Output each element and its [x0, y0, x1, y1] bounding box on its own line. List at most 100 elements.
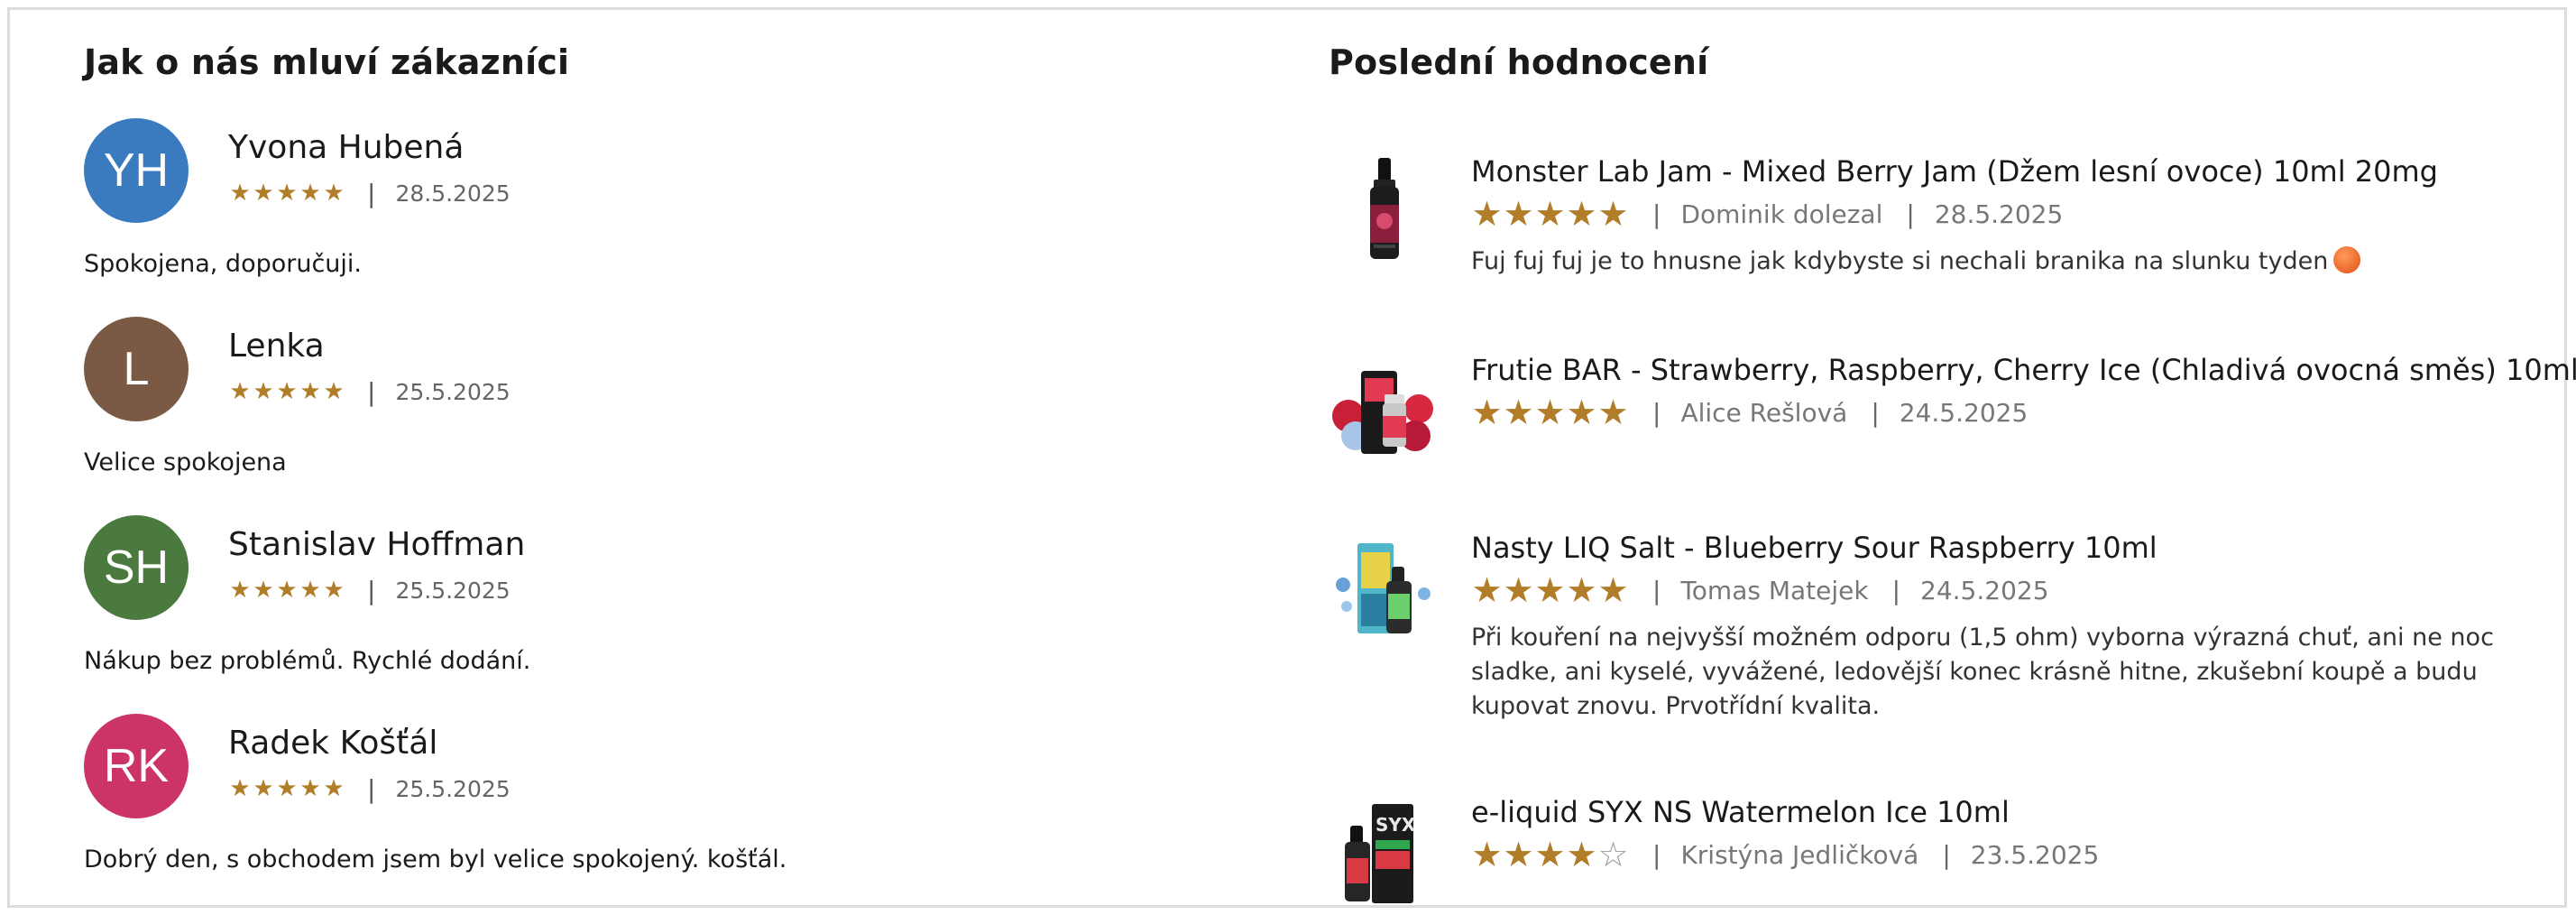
divider: |: [1652, 397, 1661, 428]
rating-author: Kristýna Jedličková: [1680, 839, 1919, 870]
star-icon: ★: [229, 577, 251, 604]
review-meta: ★ ★ ★ ★ ★ | 25.5.2025: [228, 773, 511, 804]
star-icon: ★: [323, 180, 345, 207]
rating-author: Dominik dolezal: [1680, 199, 1883, 229]
product-link[interactable]: e-liquid SYX NS Watermelon Ice 10ml: [1471, 795, 2010, 829]
star-icon: ★: [1503, 835, 1534, 874]
liquid-box-icon[interactable]: [1329, 531, 1440, 642]
review-text: Velice spokojena: [84, 448, 287, 476]
star-rating: ★ ★ ★ ★ ★: [228, 180, 345, 207]
star-icon: ★: [1534, 393, 1566, 432]
star-icon: ★: [253, 577, 274, 604]
reviews-widget: Jak o nás mluví zákazníci YH Yvona Huben…: [7, 7, 2576, 908]
star-rating: ★ ★ ★ ★ ★: [1471, 572, 1629, 608]
review-meta: ★ ★ ★ ★ ★ | 25.5.2025: [228, 575, 511, 605]
product-link[interactable]: Frutie BAR - Strawberry, Raspberry, Cher…: [1471, 353, 2576, 387]
divider: |: [367, 575, 376, 605]
bottle-icon[interactable]: [1329, 154, 1440, 266]
syx-box-icon[interactable]: SYX: [1329, 795, 1440, 907]
avatar: L: [84, 317, 189, 421]
testimonial-item: YH Yvona Hubená ★ ★ ★ ★ ★ | 28.5.2025 Spokoj…: [84, 118, 1256, 299]
star-icon: ★: [253, 378, 274, 405]
divider: |: [1871, 397, 1880, 428]
star-icon: ★: [299, 378, 321, 405]
divider: |: [1652, 839, 1661, 870]
divider: |: [367, 178, 376, 208]
star-rating: ★ ★ ★ ★ ★: [228, 577, 345, 604]
review-meta: ★ ★ ★ ★ ★ | 28.5.2025: [228, 178, 510, 208]
star-icon: ★: [276, 577, 298, 604]
divider: |: [1891, 575, 1901, 605]
star-icon: ★: [1503, 570, 1534, 610]
comment-text: Fuj fuj fuj je to hnusne jak kdybyste si…: [1471, 247, 2329, 275]
star-icon: ★: [276, 180, 298, 207]
avatar: SH: [84, 515, 189, 620]
star-icon: ★: [1471, 393, 1503, 432]
rating-author: Alice Rešlová: [1680, 397, 1848, 428]
star-icon: ★: [276, 378, 298, 405]
star-icon: ★: [1597, 570, 1629, 610]
review-meta: ★ ★ ★ ★ ★ | 25.5.2025: [228, 376, 511, 407]
star-rating: ★ ★ ★ ★ ★: [228, 775, 345, 802]
customer-testimonials: Jak o nás mluví zákazníci YH Yvona Huben…: [84, 37, 1256, 873]
divider: |: [367, 376, 376, 407]
star-rating: ★ ★ ★ ★ ★: [1471, 196, 1629, 232]
angry-face-icon: [2333, 246, 2361, 273]
star-icon: ★: [299, 180, 321, 207]
star-icon: ★: [299, 577, 321, 604]
star-icon: ★: [1597, 194, 1629, 234]
rating-author: Tomas Matejek: [1680, 575, 1869, 605]
star-icon: ★: [323, 378, 345, 405]
star-icon: ★: [1534, 570, 1566, 610]
reviewer-name: Lenka: [228, 328, 325, 365]
star-icon: ★: [1534, 835, 1566, 874]
star-icon: ★: [1566, 835, 1597, 874]
divider: |: [1906, 199, 1915, 229]
reviewer-name: Stanislav Hoffman: [228, 526, 526, 563]
testimonial-item: L Lenka ★ ★ ★ ★ ★ | 25.5.2025 Velice spokoje…: [84, 317, 1256, 497]
rating-date: 24.5.2025: [1899, 397, 2029, 428]
reviewer-name: Radek Košťál: [228, 725, 438, 762]
product-link[interactable]: Nasty LIQ Salt - Blueberry Sour Raspberr…: [1471, 531, 2157, 565]
star-icon: ★: [1566, 570, 1597, 610]
review-text: Spokojena, doporučuji.: [84, 250, 362, 278]
star-icon: ★: [299, 775, 321, 802]
star-icon: ★: [229, 775, 251, 802]
star-icon: ★: [229, 180, 251, 207]
star-icon: ★: [1471, 570, 1503, 610]
review-text: Nákup bez problémů. Rychlé dodání.: [84, 647, 531, 675]
rating-meta: ★ ★ ★ ★ ★ | Alice Rešlová | 24.5.2025: [1471, 394, 2028, 430]
product-link[interactable]: Monster Lab Jam - Mixed Berry Jam (Džem …: [1471, 154, 2438, 189]
divider: |: [1652, 199, 1661, 229]
star-icon: ★: [1471, 194, 1503, 234]
star-icon: ★: [1566, 194, 1597, 234]
rating-date: 24.5.2025: [1920, 575, 2049, 605]
testimonial-item: SH Stanislav Hoffman ★ ★ ★ ★ ★ | 25.5.2025 N…: [84, 515, 1256, 696]
star-icon: ★: [1471, 835, 1503, 874]
reviewer-name: Yvona Hubená: [228, 129, 465, 166]
star-icon: ★: [1503, 194, 1534, 234]
avatar: RK: [84, 714, 189, 818]
latest-ratings: Poslední hodnocení Monster Lab Jam - Mix…: [1329, 37, 2576, 903]
rating-meta: ★ ★ ★ ★ ★ | Dominik dolezal | 28.5.2025: [1471, 196, 2063, 232]
star-icon: ★: [1597, 393, 1629, 432]
star-icon: ★: [323, 577, 345, 604]
review-date: 25.5.2025: [395, 378, 511, 405]
fruit-eliquid-icon[interactable]: [1329, 353, 1440, 465]
star-icon: ★: [253, 180, 274, 207]
star-icon: ★: [1503, 393, 1534, 432]
testimonial-item: RK Radek Košťál ★ ★ ★ ★ ★ | 25.5.2025 Dobrý …: [84, 714, 1256, 894]
rating-comment: Fuj fuj fuj je to hnusne jak kdybyste si…: [1471, 245, 2499, 279]
divider: |: [1942, 839, 1951, 870]
section-title-latest: Poslední hodnocení: [1329, 42, 1709, 82]
star-icon: ★: [1566, 393, 1597, 432]
review-date: 25.5.2025: [395, 775, 511, 802]
rating-date: 28.5.2025: [1934, 199, 2064, 229]
divider: |: [367, 773, 376, 804]
review-text: Dobrý den, s obchodem jsem byl velice sp…: [84, 846, 787, 873]
star-icon: ★: [1534, 194, 1566, 234]
star-rating: ★ ★ ★ ★ ★: [1471, 394, 1629, 430]
rating-meta: ★ ★ ★ ★ ☆ | Kristýna Jedličková | 23.5.2025: [1471, 836, 2099, 873]
avatar: YH: [84, 118, 189, 223]
review-date: 25.5.2025: [395, 577, 511, 604]
